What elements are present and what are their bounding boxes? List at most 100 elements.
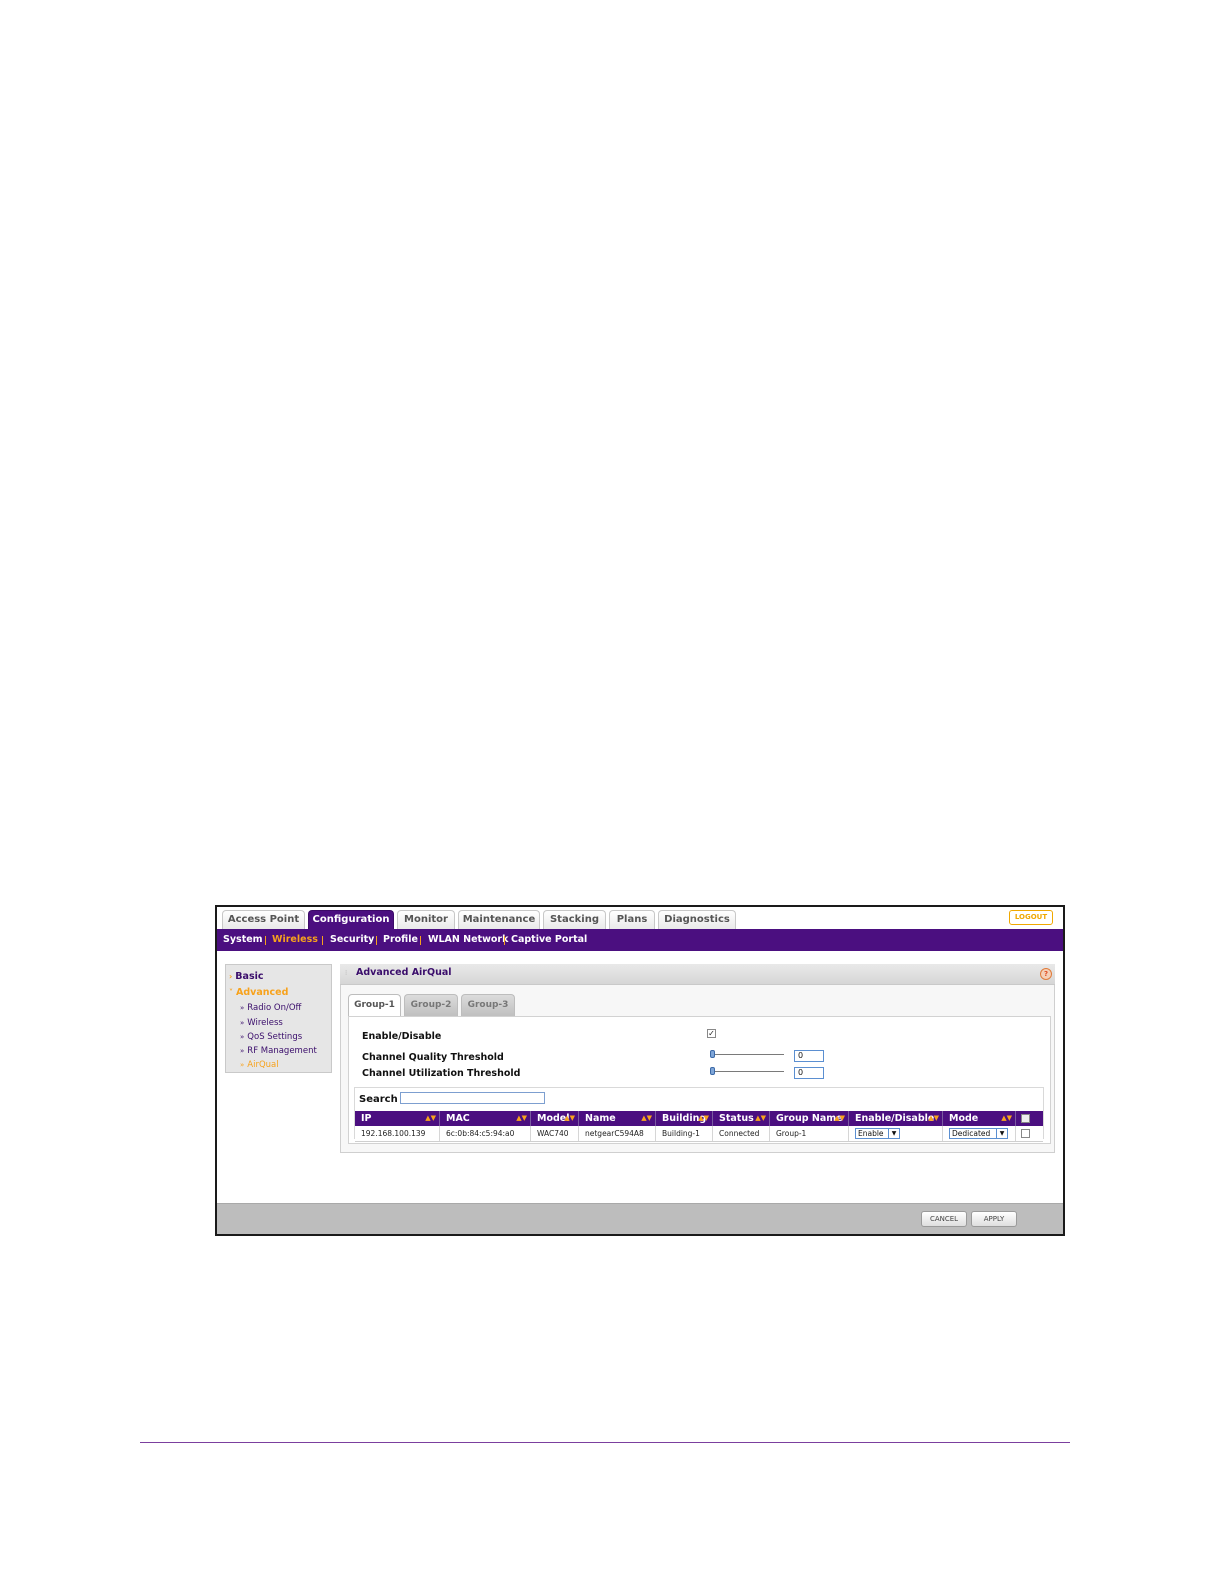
sort-icon[interactable]: ▲▼ (834, 1111, 845, 1126)
cell-mode: Dedicated ▼ (943, 1126, 1016, 1141)
column-name[interactable]: Name ▲▼ (579, 1111, 656, 1126)
chevron-right-icon: › (229, 972, 233, 981)
channel-quality-slider-track[interactable] (710, 1054, 784, 1055)
sidebar-item-label: RF Management (247, 1046, 317, 1056)
logout-button[interactable]: LOGOUT (1009, 910, 1053, 925)
sidebar-item-label: Wireless (247, 1018, 283, 1028)
footer-bar: CANCEL APPLY (217, 1203, 1063, 1234)
double-arrow-icon: » (240, 1019, 245, 1027)
channel-utilization-input[interactable]: 0 (794, 1067, 824, 1079)
subnav-profile[interactable]: Profile (383, 929, 418, 951)
dropdown-arrow-icon: ▼ (888, 1129, 899, 1138)
app-window: Access Point Configuration Monitor Maint… (215, 905, 1065, 1236)
sidebar-item-wireless[interactable]: » Wireless (240, 1018, 283, 1028)
row-select-checkbox[interactable] (1021, 1129, 1030, 1138)
subnav-separator (504, 936, 505, 945)
double-arrow-icon: » (240, 1004, 245, 1012)
sidebar-item-label: Radio On/Off (247, 1003, 302, 1013)
tab-monitor[interactable]: Monitor (397, 910, 455, 929)
column-building[interactable]: Building ▲▼ (656, 1111, 713, 1126)
mode-value: Dedicated (952, 1129, 991, 1138)
mode-select[interactable]: Dedicated ▼ (949, 1128, 1008, 1139)
sidebar-advanced[interactable]: ˅ Advanced (229, 987, 288, 998)
subnav-security[interactable]: Security (330, 929, 374, 951)
cancel-button[interactable]: CANCEL (921, 1211, 967, 1227)
channel-quality-label: Channel Quality Threshold (362, 1052, 504, 1063)
sort-icon[interactable]: ▲▼ (1001, 1111, 1012, 1126)
tab-group-2[interactable]: Group-2 (404, 994, 458, 1016)
column-select-all (1016, 1111, 1043, 1126)
column-label: Status (719, 1113, 754, 1124)
sidebar-item-qos-settings[interactable]: » QoS Settings (240, 1032, 302, 1042)
channel-utilization-slider-track[interactable] (710, 1071, 784, 1072)
cell-mac: 6c:0b:84:c5:94:a0 (440, 1126, 531, 1141)
enable-disable-label: Enable/Disable (362, 1031, 442, 1042)
subnav-separator (265, 936, 266, 945)
subnav-wireless[interactable]: Wireless (272, 929, 318, 951)
channel-quality-input[interactable]: 0 (794, 1050, 824, 1062)
cell-ip: 192.168.100.139 (355, 1126, 440, 1141)
subnav-separator (420, 936, 421, 945)
cell-name: netgearC594A8 (579, 1126, 656, 1141)
top-nav: Access Point Configuration Monitor Maint… (217, 907, 1063, 929)
enable-disable-select[interactable]: Enable ▼ (855, 1128, 900, 1139)
sort-icon[interactable]: ▲▼ (641, 1111, 652, 1126)
subnav-system[interactable]: System (223, 929, 263, 951)
double-arrow-icon: » (240, 1061, 245, 1069)
sidebar-item-radio-onoff[interactable]: » Radio On/Off (240, 1003, 301, 1013)
column-group-name[interactable]: Group Name ▲▼ (770, 1111, 849, 1126)
column-ip[interactable]: IP ▲▼ (355, 1111, 440, 1126)
cell-select (1016, 1126, 1043, 1141)
search-input[interactable] (400, 1092, 545, 1104)
sidebar-item-airqual[interactable]: » AirQual (240, 1060, 279, 1070)
apply-button[interactable]: APPLY (971, 1211, 1017, 1227)
dropdown-arrow-icon: ▼ (996, 1129, 1007, 1138)
sort-icon[interactable]: ▲▼ (516, 1111, 527, 1126)
sidebar-basic[interactable]: › Basic (229, 971, 264, 982)
column-status[interactable]: Status ▲▼ (713, 1111, 770, 1126)
column-mode[interactable]: Mode ▲▼ (943, 1111, 1016, 1126)
sidebar-advanced-label: Advanced (236, 987, 289, 998)
enable-disable-value: Enable (858, 1129, 884, 1138)
channel-quality-slider-handle[interactable] (710, 1050, 715, 1058)
subnav-captive-portal[interactable]: Captive Portal (511, 929, 587, 951)
sort-icon[interactable]: ▲▼ (928, 1111, 939, 1126)
tab-stacking[interactable]: Stacking (543, 910, 606, 929)
tab-plans[interactable]: Plans (609, 910, 655, 929)
column-mac[interactable]: MAC ▲▼ (440, 1111, 531, 1126)
sub-nav: System Wireless Security Profile WLAN Ne… (217, 929, 1063, 951)
tab-access-point[interactable]: Access Point (222, 910, 305, 929)
cell-model: WAC740 (531, 1126, 579, 1141)
page-title: Advanced AirQual (356, 967, 452, 978)
sort-icon[interactable]: ▲▼ (755, 1111, 766, 1126)
column-label: MAC (446, 1113, 470, 1124)
sort-icon[interactable]: ▲▼ (698, 1111, 709, 1126)
subnav-separator (322, 936, 323, 945)
tab-maintenance[interactable]: Maintenance (458, 910, 540, 929)
help-icon[interactable]: ? (1040, 968, 1052, 980)
channel-utilization-slider-handle[interactable] (710, 1067, 715, 1075)
column-label: IP (361, 1113, 372, 1124)
column-label: Name (585, 1113, 616, 1124)
tab-configuration[interactable]: Configuration (308, 910, 394, 929)
subnav-separator (376, 936, 377, 945)
tab-group-3[interactable]: Group-3 (461, 994, 515, 1016)
tab-diagnostics[interactable]: Diagnostics (658, 910, 736, 929)
column-label: Group Name (776, 1113, 843, 1124)
subnav-wlan-network[interactable]: WLAN Network (428, 929, 508, 951)
chevron-down-icon: ˅ (229, 988, 233, 997)
sort-icon[interactable]: ▲▼ (425, 1111, 436, 1126)
column-enable-disable[interactable]: Enable/Disable ▲▼ (849, 1111, 943, 1126)
column-model[interactable]: Model ▲▼ (531, 1111, 579, 1126)
sidebar-item-rf-management[interactable]: » RF Management (240, 1046, 317, 1056)
table-header: IP ▲▼ MAC ▲▼ Model ▲▼ Name ▲▼ Building ▲▼ Sta… (355, 1111, 1043, 1126)
channel-utilization-label: Channel Utilization Threshold (362, 1068, 521, 1079)
section-marker-icon: ⁞ (345, 969, 348, 977)
cell-enable-disable: Enable ▼ (849, 1126, 943, 1141)
sidebar-basic-label: Basic (235, 971, 264, 982)
tab-group-1[interactable]: Group-1 (348, 994, 401, 1017)
column-label: Mode (949, 1113, 979, 1124)
enable-checkbox[interactable]: ✓ (707, 1029, 716, 1038)
select-all-checkbox[interactable] (1021, 1114, 1030, 1123)
sort-icon[interactable]: ▲▼ (564, 1111, 575, 1126)
